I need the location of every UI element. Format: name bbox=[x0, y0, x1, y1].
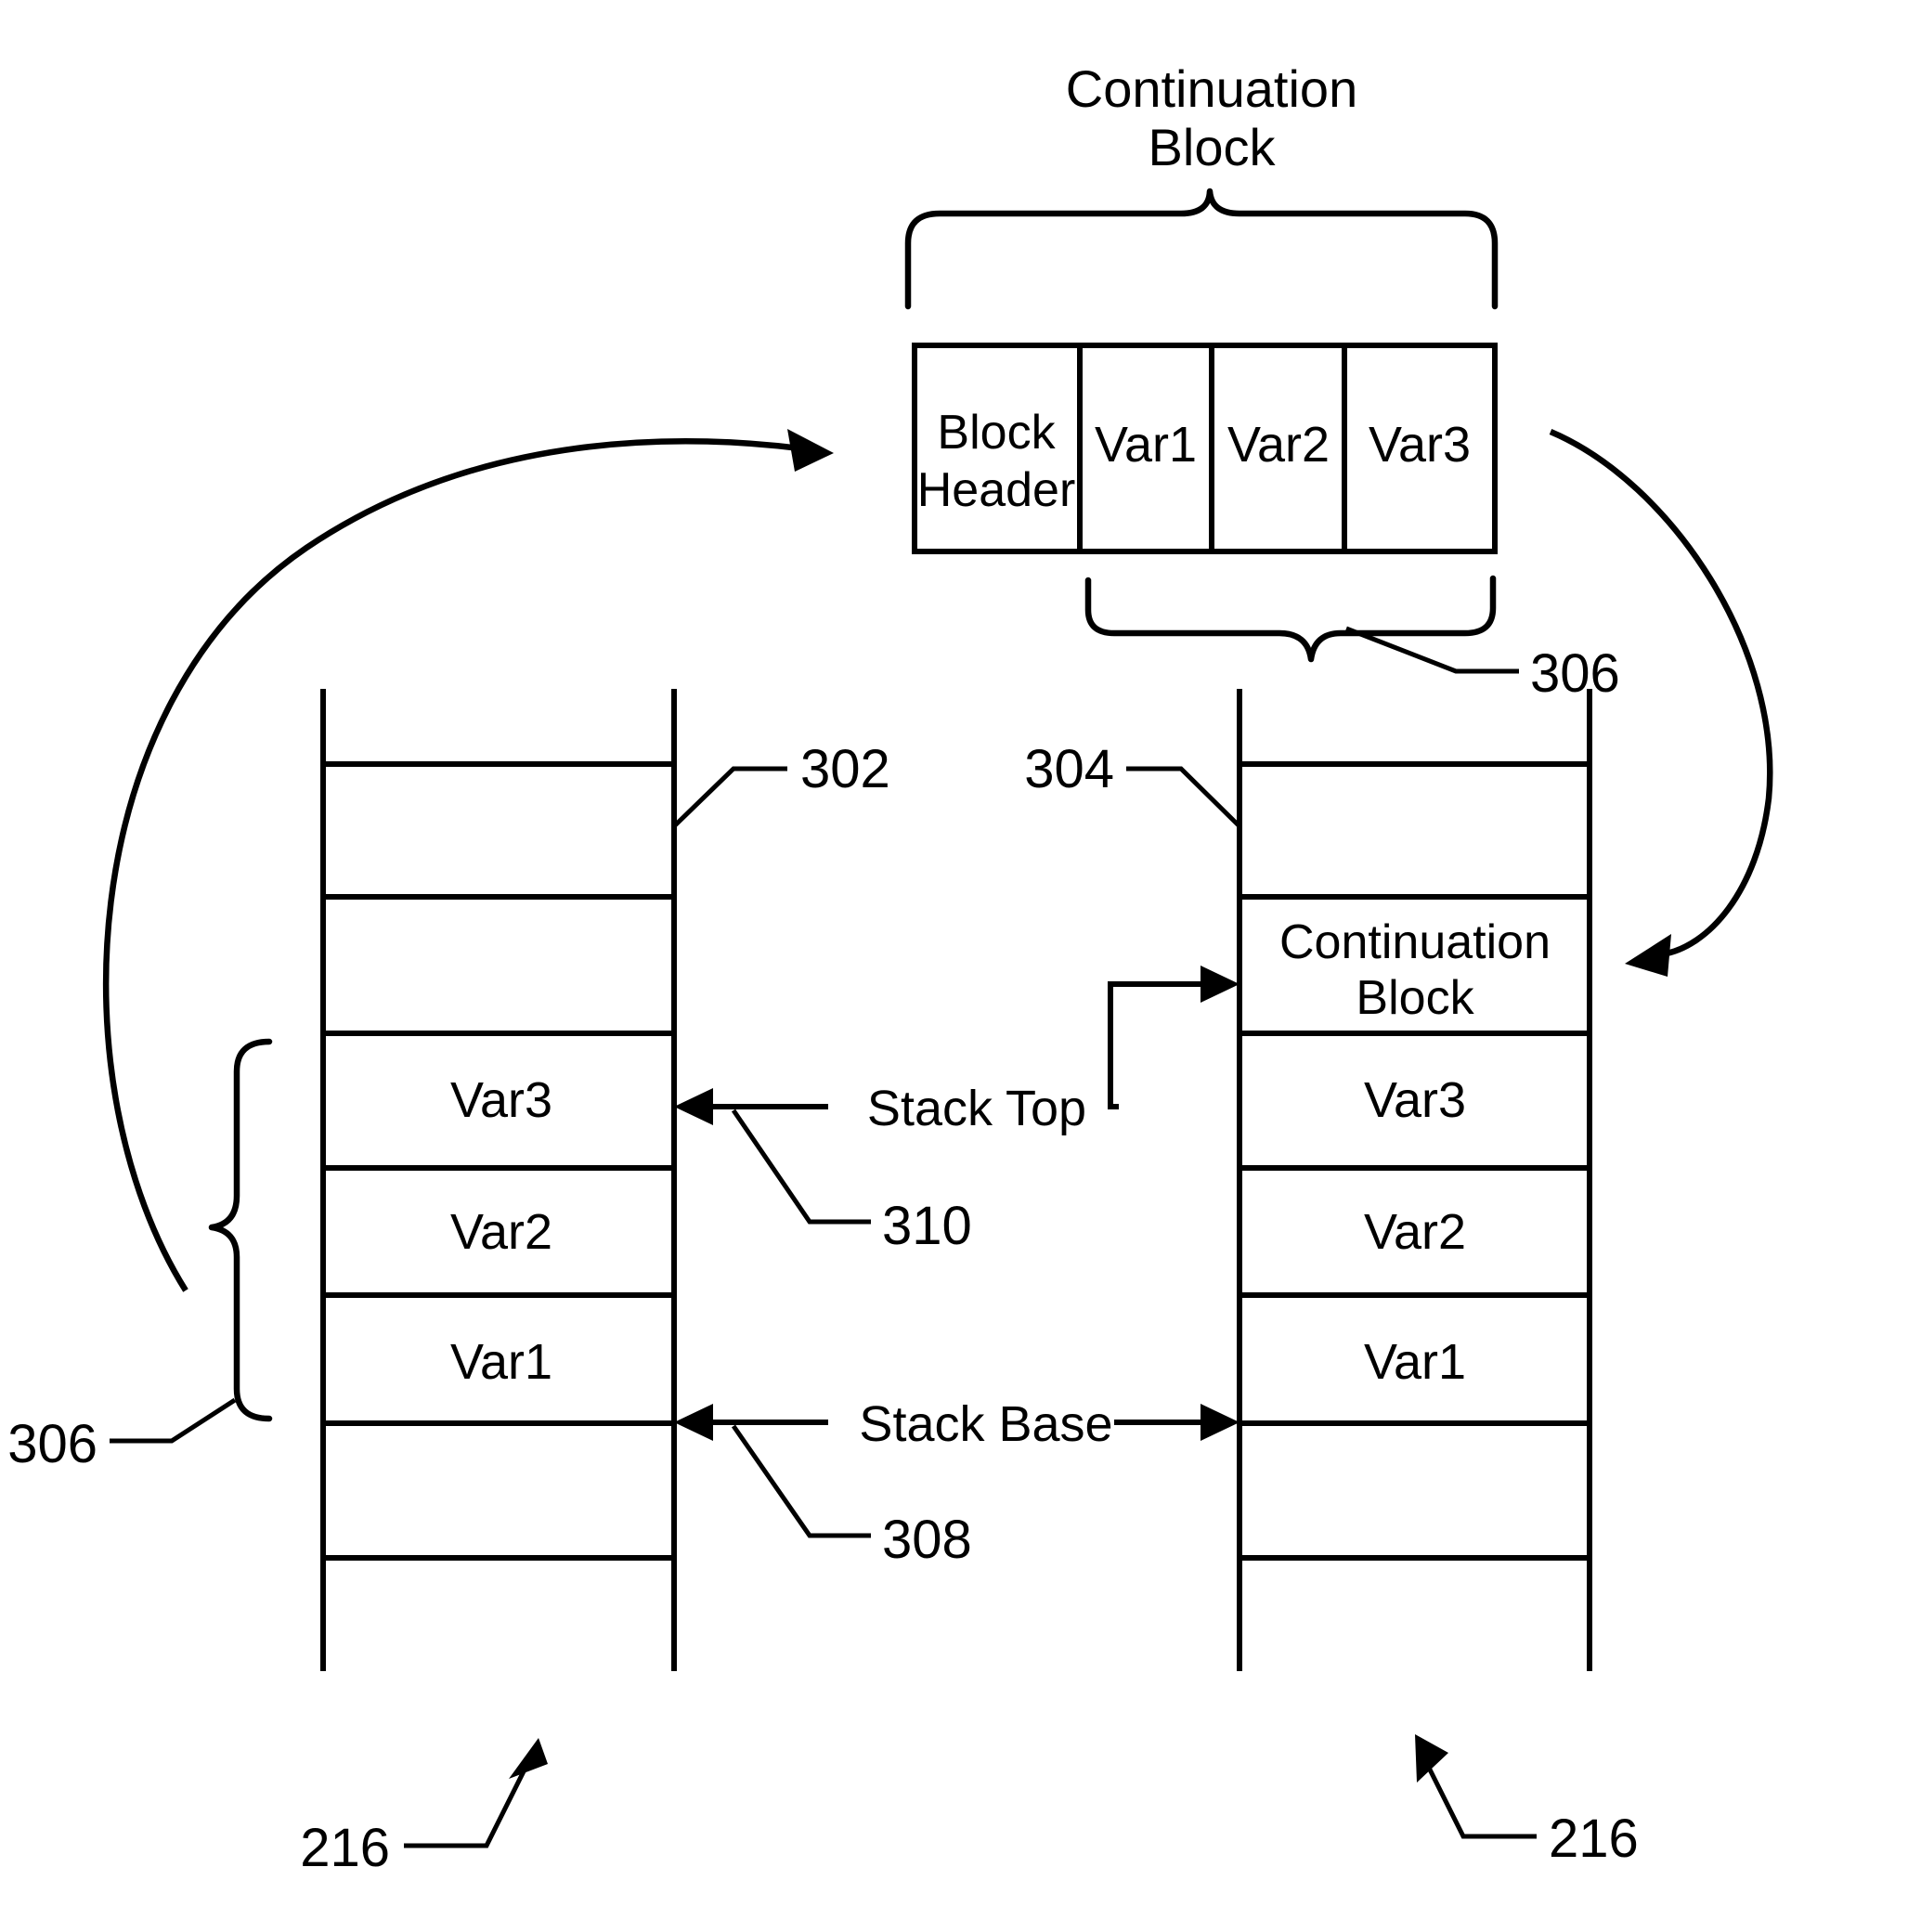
cell-block-header-line1: Block bbox=[937, 406, 1056, 460]
right-stack-row-var2: Var2 bbox=[1364, 1204, 1466, 1260]
stack-base-label: Stack Base bbox=[859, 1396, 1112, 1452]
stack-top-pointer: Stack Top 310 bbox=[674, 966, 1240, 1256]
right-stack-row-var3: Var3 bbox=[1364, 1072, 1466, 1128]
stack-top-arrow-right-line bbox=[1108, 981, 1210, 1109]
stack-top-arrow-right-head bbox=[1201, 966, 1240, 1003]
right-curved-arrowhead bbox=[1625, 934, 1671, 977]
ref-306-left: 306 bbox=[7, 1414, 97, 1474]
top-brace bbox=[904, 188, 1499, 310]
stack-top-label: Stack Top bbox=[867, 1081, 1086, 1136]
stack-base-arrow-right-head bbox=[1201, 1404, 1240, 1441]
cell-block-header-line2: Header bbox=[917, 463, 1076, 517]
right-ref-216-group: 216 bbox=[1415, 1734, 1639, 1869]
right-stack: Continuation Block Var3 Var2 Var1 bbox=[1237, 689, 1592, 1671]
patent-figure: Continuation Block Block Header Var1 Var… bbox=[0, 0, 1908, 1932]
right-stack-row-var1: Var1 bbox=[1364, 1334, 1466, 1390]
ref-302-leader bbox=[672, 766, 787, 828]
ref-302: 302 bbox=[800, 739, 890, 799]
ref-302-group: 302 bbox=[672, 739, 890, 828]
ref-306-left-leader bbox=[110, 1397, 237, 1444]
left-ref-216: 216 bbox=[300, 1818, 390, 1878]
continuation-block-title-line2: Block bbox=[1149, 118, 1277, 176]
left-stack-vars-brace: 306 bbox=[7, 1038, 273, 1474]
right-ref-216: 216 bbox=[1549, 1809, 1639, 1869]
figure-canvas: Continuation Block Block Header Var1 Var… bbox=[7, 59, 1773, 1878]
cell-var2-label: Var2 bbox=[1227, 417, 1330, 473]
ref-304: 304 bbox=[1024, 739, 1114, 799]
ref-310: 310 bbox=[882, 1196, 972, 1256]
ref-304-leader bbox=[1126, 766, 1241, 828]
stack-top-arrow-left-head bbox=[674, 1088, 713, 1125]
ref-306-block: 306 bbox=[1530, 643, 1620, 704]
left-stack-row-var1: Var1 bbox=[450, 1334, 552, 1390]
left-ref-216-group: 216 bbox=[300, 1738, 548, 1878]
ref-308-leader bbox=[731, 1424, 871, 1538]
block-vars-brace: 306 bbox=[1084, 575, 1620, 704]
ref-304-group: 304 bbox=[1024, 739, 1241, 828]
left-stack-row-var2: Var2 bbox=[450, 1204, 552, 1260]
continuation-block-title-line1: Continuation bbox=[1066, 59, 1357, 118]
continuation-block-table: Block Header Var1 Var2 Var3 bbox=[912, 343, 1498, 554]
cell-var3-label: Var3 bbox=[1369, 417, 1471, 473]
right-ref-216-leader bbox=[1423, 1760, 1537, 1839]
right-stack-row-continuation-block-line2: Block bbox=[1356, 971, 1474, 1025]
left-curved-arrowhead bbox=[787, 429, 834, 472]
left-stack: Var3 Var2 Var1 bbox=[320, 689, 677, 1671]
left-ref-216-leader bbox=[404, 1762, 530, 1848]
stack-base-arrow-left-head bbox=[674, 1404, 713, 1441]
stack-base-pointer: Stack Base 308 bbox=[674, 1396, 1240, 1570]
left-ref-216-arrowhead bbox=[509, 1738, 548, 1779]
ref-310-leader bbox=[731, 1109, 871, 1225]
cell-var1-label: Var1 bbox=[1095, 417, 1197, 473]
right-stack-row-continuation-block-line1: Continuation bbox=[1279, 915, 1551, 969]
ref-308: 308 bbox=[882, 1510, 972, 1570]
left-stack-row-var3: Var3 bbox=[450, 1072, 552, 1128]
left-curved-arrow bbox=[102, 429, 834, 1292]
